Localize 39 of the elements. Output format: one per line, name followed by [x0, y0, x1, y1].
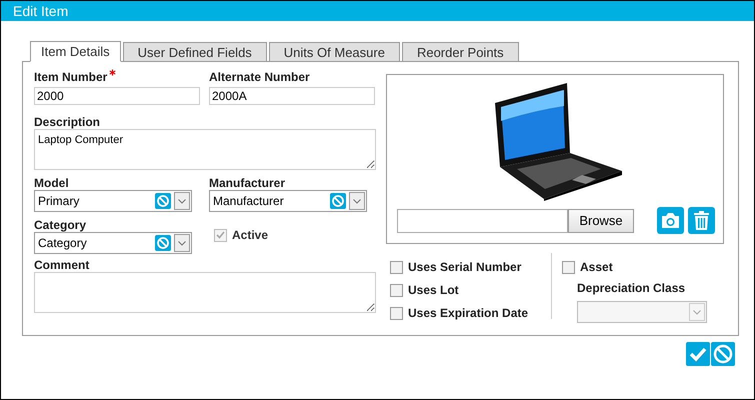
field-label: Comment	[34, 257, 90, 274]
field-label: Description	[34, 114, 100, 131]
combo-box[interactable]: Category	[34, 232, 192, 254]
window-title: Edit Item	[13, 4, 68, 18]
checkbox[interactable]	[562, 260, 575, 274]
clear-icon[interactable]	[155, 193, 171, 209]
checkbox-label: Active	[232, 227, 268, 244]
camera-icon[interactable]	[657, 207, 684, 234]
checkbox-label: Uses Expiration Date	[408, 305, 528, 322]
text-area[interactable]: Laptop Computer	[34, 129, 376, 170]
checkbox-label: Asset	[580, 259, 613, 276]
select-field[interactable]	[577, 301, 707, 323]
confirm-icon[interactable]	[686, 342, 710, 366]
text-field[interactable]: 2000	[34, 87, 200, 105]
combo-box[interactable]: Primary	[34, 190, 192, 212]
field-label: Model	[34, 175, 69, 192]
combo-box[interactable]: Manufacturer	[209, 190, 367, 212]
field-label: Manufacturer	[209, 175, 286, 192]
checkbox-label: Uses Lot	[408, 282, 459, 299]
checkbox[interactable]	[390, 260, 403, 274]
field-label: Alternate Number	[209, 69, 310, 86]
tab[interactable]: Reorder Points	[402, 42, 519, 62]
field-label: Item Number	[34, 69, 108, 86]
browse-button[interactable]: Browse	[568, 208, 634, 232]
text-field[interactable]: 2000A	[209, 87, 375, 105]
cancel-icon[interactable]	[711, 342, 735, 366]
clear-icon[interactable]	[330, 193, 346, 209]
tab[interactable]: Item Details	[30, 41, 121, 62]
checkbox[interactable]	[390, 306, 403, 320]
trash-icon[interactable]	[688, 207, 715, 234]
tab[interactable]: User Defined Fields	[122, 42, 267, 62]
file-field[interactable]	[397, 208, 568, 232]
field-label: Category	[34, 217, 86, 234]
clear-icon[interactable]	[155, 235, 171, 251]
checkbox[interactable]	[390, 284, 403, 296]
checkbox-label: Uses Serial Number	[408, 259, 522, 276]
field-label: Depreciation Class	[577, 280, 686, 297]
text-area[interactable]	[34, 272, 376, 313]
tab[interactable]: Units Of Measure	[268, 42, 400, 62]
